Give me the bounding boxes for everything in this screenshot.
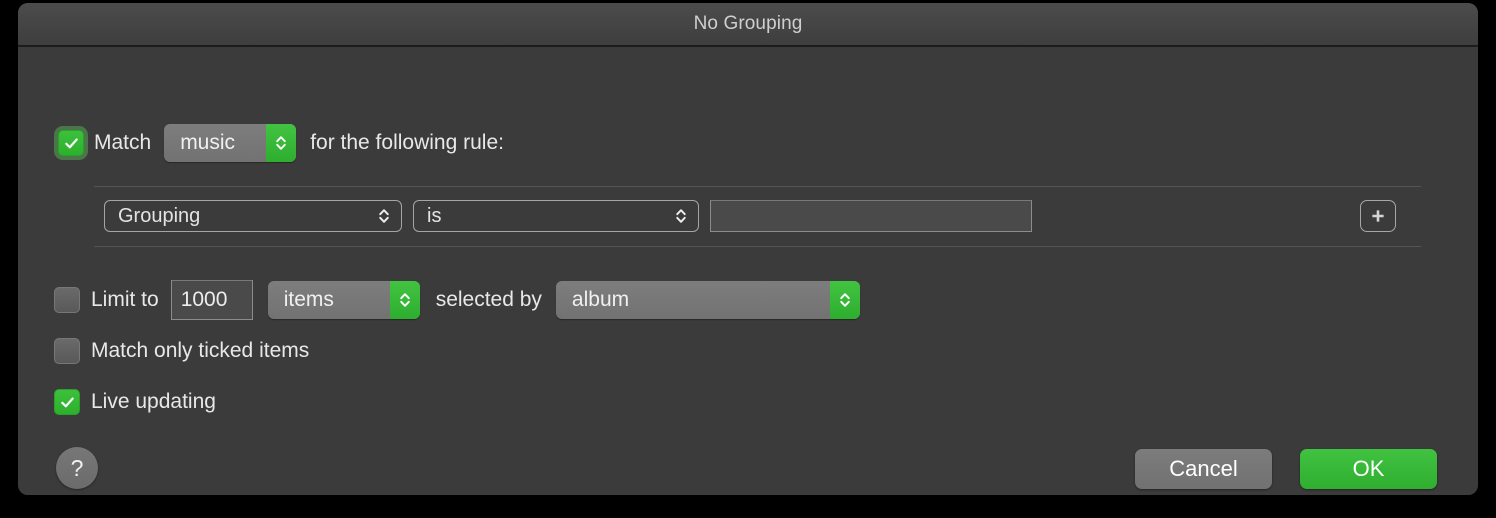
ok-button-label: OK xyxy=(1352,456,1385,481)
add-rule-button[interactable] xyxy=(1360,200,1396,232)
match-scope-stepper[interactable] xyxy=(266,124,297,162)
selected-by-label: selected by xyxy=(435,288,542,311)
rule-operator-value: is xyxy=(427,204,442,227)
dialog-content: Match music for the following rule: Grou… xyxy=(18,47,1478,495)
chevron-updown-icon xyxy=(399,293,410,307)
limit-amount-input[interactable]: 1000 xyxy=(170,280,253,320)
chevron-updown-icon xyxy=(676,209,686,223)
ticked-items-checkbox[interactable] xyxy=(54,338,80,364)
selected-by-stepper[interactable] xyxy=(829,281,860,319)
cancel-button-label: Cancel xyxy=(1169,456,1238,481)
match-prefix-label: Match xyxy=(94,131,152,154)
title-bar[interactable]: No Grouping xyxy=(18,3,1478,47)
rule-operator-stepper[interactable] xyxy=(674,205,688,227)
live-updating-checkbox[interactable] xyxy=(54,389,80,415)
rule-field-popup[interactable]: Grouping xyxy=(104,200,402,232)
limit-row: Limit to 1000 items selected by album xyxy=(54,280,860,320)
live-updating-label: Live updating xyxy=(91,390,216,413)
help-button[interactable]: ? xyxy=(56,447,98,489)
match-scope-value: music xyxy=(180,131,236,154)
rule-field-value: Grouping xyxy=(118,204,201,227)
rule-divider-top xyxy=(94,186,1421,187)
dialog-window: No Grouping Match music for the followin… xyxy=(18,3,1478,495)
question-mark-icon: ? xyxy=(70,454,84,481)
live-updating-row: Live updating xyxy=(54,389,216,415)
limit-amount-value: 1000 xyxy=(180,288,228,311)
ok-button[interactable]: OK xyxy=(1300,449,1437,489)
rule-field-stepper[interactable] xyxy=(377,205,391,227)
match-checkbox-focus-ring xyxy=(54,126,88,160)
chevron-updown-icon xyxy=(276,136,286,150)
chevron-updown-icon xyxy=(840,293,850,307)
rule-divider-bottom xyxy=(94,246,1421,247)
limit-unit-stepper[interactable] xyxy=(389,281,420,319)
limit-unit-popup[interactable]: items xyxy=(267,281,420,319)
match-scope-popup[interactable]: music xyxy=(164,124,297,162)
match-row: Match music for the following rule: xyxy=(54,124,504,162)
match-checkbox[interactable] xyxy=(58,130,84,156)
selected-by-popup[interactable]: album xyxy=(555,281,860,319)
cancel-button[interactable]: Cancel xyxy=(1135,449,1272,489)
selected-by-value: album xyxy=(571,288,630,311)
limit-checkbox[interactable] xyxy=(54,287,80,313)
plus-icon xyxy=(1372,210,1384,222)
limit-label: Limit to xyxy=(91,288,159,311)
limit-unit-value: items xyxy=(283,288,334,311)
ticked-items-row: Match only ticked items xyxy=(54,338,309,364)
rule-operator-popup[interactable]: is xyxy=(413,200,699,232)
window-title: No Grouping xyxy=(693,13,803,34)
checkmark-icon xyxy=(64,137,78,148)
checkmark-icon xyxy=(60,396,74,407)
match-suffix-label: for the following rule: xyxy=(310,131,504,154)
ticked-items-label: Match only ticked items xyxy=(91,339,310,362)
rule-value-input[interactable] xyxy=(710,200,1032,232)
rule-row: Grouping is xyxy=(104,200,1396,232)
chevron-updown-icon xyxy=(379,209,389,223)
